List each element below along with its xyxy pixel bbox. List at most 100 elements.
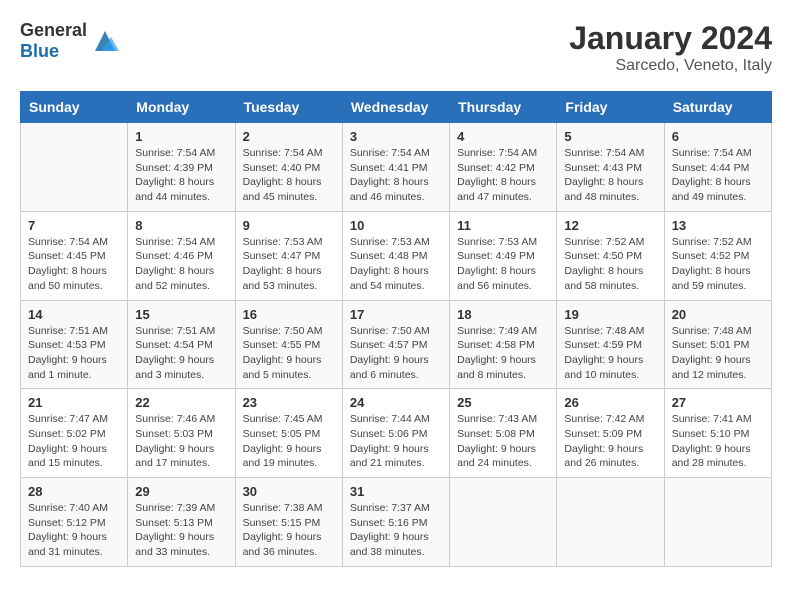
day-number: 8 (135, 218, 227, 233)
day-info: Sunrise: 7:42 AM Sunset: 5:09 PM Dayligh… (564, 412, 656, 471)
day-info: Sunrise: 7:43 AM Sunset: 5:08 PM Dayligh… (457, 412, 549, 471)
col-header-friday: Friday (557, 92, 664, 123)
calendar-cell: 4Sunrise: 7:54 AM Sunset: 4:42 PM Daylig… (450, 123, 557, 212)
logo-general: General (20, 20, 87, 40)
calendar-cell: 28 Sunrise: 7:40 AM Sunset: 5:12 PM Dayli… (21, 478, 128, 567)
day-info: Sunrise: 7:54 AM Sunset: 4:41 PM Dayligh… (350, 146, 442, 205)
day-info: Sunrise: 7:54 AM Sunset: 4:40 PM Dayligh… (243, 146, 335, 205)
day-info: Sunrise: 7:47 AM Sunset: 5:02 PM Dayligh… (28, 412, 120, 471)
logo-text: General Blue (20, 20, 87, 62)
logo: General Blue (20, 20, 119, 62)
col-header-tuesday: Tuesday (235, 92, 342, 123)
calendar-cell: 17Sunrise: 7:50 AM Sunset: 4:57 PM Dayli… (342, 300, 449, 389)
calendar-cell: 8 Sunrise: 7:54 AM Sunset: 4:46 PM Daylig… (128, 211, 235, 300)
calendar-cell: 24 Sunrise: 7:44 AM Sunset: 5:06 PM Dayli… (342, 389, 449, 478)
day-number: 26 (564, 395, 656, 410)
day-number: 31 (350, 484, 442, 499)
day-number: 2 (243, 129, 335, 144)
day-number: 30 (243, 484, 335, 499)
calendar-cell: 13 Sunrise: 7:52 AM Sunset: 4:52 PM Dayli… (664, 211, 771, 300)
logo-blue: Blue (20, 41, 59, 61)
day-number: 21 (28, 395, 120, 410)
col-header-sunday: Sunday (21, 92, 128, 123)
calendar-table: SundayMondayTuesdayWednesdayThursdayFrid… (20, 91, 772, 567)
col-header-wednesday: Wednesday (342, 92, 449, 123)
day-info: Sunrise: 7:54 AM Sunset: 4:42 PM Dayligh… (457, 146, 549, 205)
day-number: 10 (350, 218, 442, 233)
day-number: 11 (457, 218, 549, 233)
calendar-cell: 7 Sunrise: 7:54 AM Sunset: 4:45 PM Daylig… (21, 211, 128, 300)
calendar-cell: 31 Sunrise: 7:37 AM Sunset: 5:16 PM Dayli… (342, 478, 449, 567)
day-info: Sunrise: 7:48 AM Sunset: 4:59 PM Dayligh… (564, 324, 656, 383)
col-header-monday: Monday (128, 92, 235, 123)
day-number: 7 (28, 218, 120, 233)
day-info: Sunrise: 7:54 AM Sunset: 4:46 PM Dayligh… (135, 235, 227, 294)
calendar-week-row: 1 Sunrise: 7:54 AM Sunset: 4:39 PM Daylig… (21, 123, 772, 212)
calendar-cell: 11 Sunrise: 7:53 AM Sunset: 4:49 PM Dayli… (450, 211, 557, 300)
day-number: 24 (350, 395, 442, 410)
calendar-cell: 9 Sunrise: 7:53 AM Sunset: 4:47 PM Daylig… (235, 211, 342, 300)
day-info: Sunrise: 7:39 AM Sunset: 5:13 PM Dayligh… (135, 501, 227, 560)
page-header: General Blue January 2024 Sarcedo, Venet… (20, 20, 772, 75)
calendar-cell: 27Sunrise: 7:41 AM Sunset: 5:10 PM Dayli… (664, 389, 771, 478)
calendar-cell (557, 478, 664, 567)
day-number: 14 (28, 307, 120, 322)
calendar-cell: 15Sunrise: 7:51 AM Sunset: 4:54 PM Dayli… (128, 300, 235, 389)
calendar-cell: 2 Sunrise: 7:54 AM Sunset: 4:40 PM Daylig… (235, 123, 342, 212)
day-info: Sunrise: 7:50 AM Sunset: 4:57 PM Dayligh… (350, 324, 442, 383)
day-info: Sunrise: 7:37 AM Sunset: 5:16 PM Dayligh… (350, 501, 442, 560)
day-info: Sunrise: 7:49 AM Sunset: 4:58 PM Dayligh… (457, 324, 549, 383)
day-info: Sunrise: 7:40 AM Sunset: 5:12 PM Dayligh… (28, 501, 120, 560)
day-number: 1 (135, 129, 227, 144)
day-info: Sunrise: 7:44 AM Sunset: 5:06 PM Dayligh… (350, 412, 442, 471)
calendar-week-row: 28 Sunrise: 7:40 AM Sunset: 5:12 PM Dayli… (21, 478, 772, 567)
day-number: 25 (457, 395, 549, 410)
day-info: Sunrise: 7:48 AM Sunset: 5:01 PM Dayligh… (672, 324, 764, 383)
day-number: 18 (457, 307, 549, 322)
day-number: 3 (350, 129, 442, 144)
day-number: 12 (564, 218, 656, 233)
calendar-week-row: 7 Sunrise: 7:54 AM Sunset: 4:45 PM Daylig… (21, 211, 772, 300)
calendar-cell: 18 Sunrise: 7:49 AM Sunset: 4:58 PM Dayli… (450, 300, 557, 389)
day-number: 20 (672, 307, 764, 322)
month-title: January 2024 (569, 20, 772, 57)
day-info: Sunrise: 7:54 AM Sunset: 4:43 PM Dayligh… (564, 146, 656, 205)
calendar-cell: 12Sunrise: 7:52 AM Sunset: 4:50 PM Dayli… (557, 211, 664, 300)
day-number: 23 (243, 395, 335, 410)
day-info: Sunrise: 7:53 AM Sunset: 4:48 PM Dayligh… (350, 235, 442, 294)
day-number: 13 (672, 218, 764, 233)
day-number: 6 (672, 129, 764, 144)
day-info: Sunrise: 7:53 AM Sunset: 4:49 PM Dayligh… (457, 235, 549, 294)
calendar-cell: 19 Sunrise: 7:48 AM Sunset: 4:59 PM Dayli… (557, 300, 664, 389)
day-number: 15 (135, 307, 227, 322)
day-info: Sunrise: 7:45 AM Sunset: 5:05 PM Dayligh… (243, 412, 335, 471)
location-subtitle: Sarcedo, Veneto, Italy (569, 57, 772, 75)
calendar-cell: 5Sunrise: 7:54 AM Sunset: 4:43 PM Daylig… (557, 123, 664, 212)
calendar-header-row: SundayMondayTuesdayWednesdayThursdayFrid… (21, 92, 772, 123)
day-info: Sunrise: 7:54 AM Sunset: 4:39 PM Dayligh… (135, 146, 227, 205)
day-info: Sunrise: 7:53 AM Sunset: 4:47 PM Dayligh… (243, 235, 335, 294)
calendar-cell: 10 Sunrise: 7:53 AM Sunset: 4:48 PM Dayli… (342, 211, 449, 300)
calendar-cell (450, 478, 557, 567)
day-number: 28 (28, 484, 120, 499)
day-number: 16 (243, 307, 335, 322)
title-block: January 2024 Sarcedo, Veneto, Italy (569, 20, 772, 75)
day-info: Sunrise: 7:38 AM Sunset: 5:15 PM Dayligh… (243, 501, 335, 560)
col-header-saturday: Saturday (664, 92, 771, 123)
day-number: 9 (243, 218, 335, 233)
calendar-cell: 30 Sunrise: 7:38 AM Sunset: 5:15 PM Dayli… (235, 478, 342, 567)
calendar-week-row: 21 Sunrise: 7:47 AM Sunset: 5:02 PM Dayli… (21, 389, 772, 478)
day-number: 19 (564, 307, 656, 322)
calendar-cell: 16Sunrise: 7:50 AM Sunset: 4:55 PM Dayli… (235, 300, 342, 389)
day-number: 29 (135, 484, 227, 499)
day-info: Sunrise: 7:52 AM Sunset: 4:52 PM Dayligh… (672, 235, 764, 294)
calendar-cell: 6 Sunrise: 7:54 AM Sunset: 4:44 PM Daylig… (664, 123, 771, 212)
day-info: Sunrise: 7:54 AM Sunset: 4:44 PM Dayligh… (672, 146, 764, 205)
day-number: 27 (672, 395, 764, 410)
day-info: Sunrise: 7:46 AM Sunset: 5:03 PM Dayligh… (135, 412, 227, 471)
calendar-cell: 25 Sunrise: 7:43 AM Sunset: 5:08 PM Dayli… (450, 389, 557, 478)
day-info: Sunrise: 7:54 AM Sunset: 4:45 PM Dayligh… (28, 235, 120, 294)
calendar-cell: 20 Sunrise: 7:48 AM Sunset: 5:01 PM Dayli… (664, 300, 771, 389)
calendar-cell: 23 Sunrise: 7:45 AM Sunset: 5:05 PM Dayli… (235, 389, 342, 478)
calendar-week-row: 14Sunrise: 7:51 AM Sunset: 4:53 PM Dayli… (21, 300, 772, 389)
